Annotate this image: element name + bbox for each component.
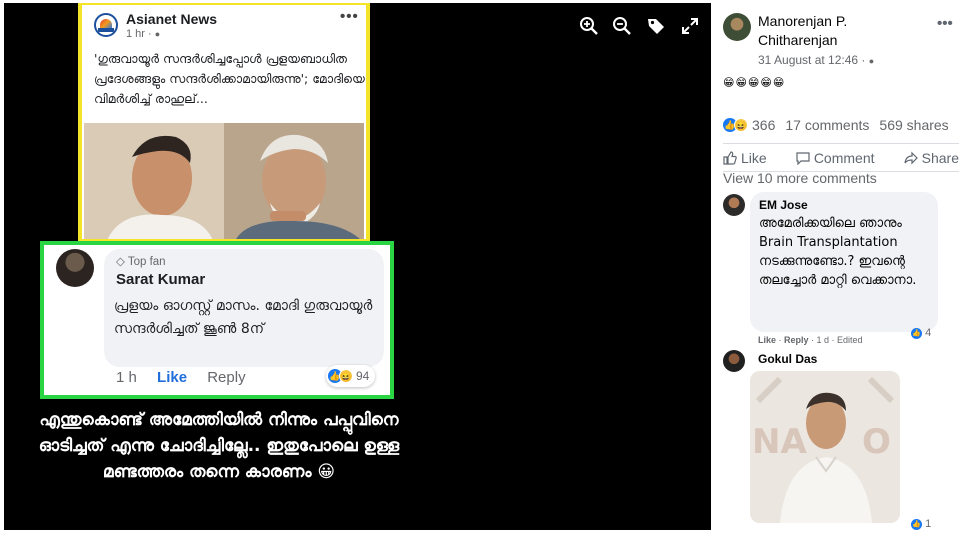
comment-time[interactable]: 1 h — [116, 369, 137, 386]
comment-reaction-pill[interactable]: 👍 1 — [911, 518, 931, 530]
edited-label: Edited — [837, 335, 863, 345]
author-name[interactable]: Manorenjan P. Chitharenjan — [758, 12, 928, 50]
post-stats: 👍 😆 366 17 comments 569 shares — [723, 117, 959, 133]
shares-count[interactable]: 569 shares — [879, 117, 948, 133]
comment-photo[interactable]: NA O — [750, 371, 900, 523]
share-icon — [904, 151, 918, 165]
post-photo — [84, 123, 364, 239]
post-source-name: Asianet News — [126, 11, 218, 27]
divider — [723, 143, 959, 144]
zoom-in-icon[interactable] — [579, 16, 599, 36]
fullscreen-icon[interactable] — [680, 16, 700, 36]
like-reaction-icon: 👍 — [911, 518, 922, 530]
reaction-count: 94 — [356, 369, 370, 383]
comment-meta: 1 h Like Reply — [116, 369, 262, 386]
avatar[interactable] — [723, 194, 745, 216]
diamond-icon: ◇ — [116, 256, 125, 268]
embedded-post-card: Asianet News 1 hr · ● ••• 'ഗുരുവായൂർ സന്… — [78, 3, 370, 243]
top-fan-badge: ◇ Top fan — [116, 256, 166, 268]
rahul-modi-photo — [84, 123, 364, 239]
author-avatar[interactable] — [723, 13, 751, 41]
post-emoji-text: 😁😁😁😁😁 — [723, 76, 786, 89]
comment-icon — [796, 152, 810, 165]
photo-viewer[interactable]: Asianet News 1 hr · ● ••• 'ഗുരുവായൂർ സന്… — [4, 3, 711, 530]
post-actions: Like Comment Share — [723, 145, 959, 171]
share-button[interactable]: Share — [904, 150, 959, 166]
comment-text: പ്രളയം ഓഗസ്റ്റ് മാസം. മോദി ഗുരുവായൂർ സന്… — [114, 298, 373, 337]
tag-icon[interactable] — [646, 16, 666, 36]
comment-text: അമേരിക്കയിലെ ഞാനും Brain Transplantation… — [759, 216, 917, 288]
comment-meta: Like · Reply · 1 d · Edited — [758, 335, 863, 345]
image-caption: എന്തുകൊണ്ട് അമേത്തിയിൽ നിന്നും പപ്പുവിനെ… — [38, 410, 400, 482]
top-fan-comment-card: ◇ Top fan Sarat Kumar പ്രളയം ഓഗസ്റ്റ് മാ… — [40, 241, 394, 399]
commenter-name[interactable]: Sarat Kumar — [116, 271, 205, 288]
thumbs-up-icon — [723, 151, 737, 165]
like-link[interactable]: Like — [157, 369, 187, 386]
view-more-comments-link[interactable]: View 10 more comments — [723, 170, 877, 186]
commenter-name[interactable]: EM Jose — [759, 198, 808, 212]
haha-reaction-icon: 😆 — [734, 118, 748, 132]
post-time: 1 hr · ● — [126, 28, 161, 40]
avatar[interactable] — [723, 350, 745, 372]
globe-icon: ● — [154, 29, 161, 39]
reaction-count-pill[interactable]: 👍 😆 94 — [326, 365, 376, 387]
more-options-icon[interactable]: ••• — [937, 15, 953, 32]
globe-icon: ● — [868, 56, 875, 66]
like-link[interactable]: Like — [758, 335, 776, 345]
post-details-panel: Manorenjan P. Chitharenjan 31 August at … — [711, 3, 965, 530]
avatar — [56, 249, 94, 287]
post-text: 'ഗുരുവായൂർ സന്ദർശിച്ചപ്പോൾ പ്രളയബാധിത പ്… — [94, 51, 365, 106]
reply-link[interactable]: Reply — [784, 335, 809, 345]
svg-text:O: O — [862, 422, 891, 462]
commenter-name[interactable]: Gokul Das — [758, 352, 817, 366]
reaction-total[interactable]: 366 — [752, 117, 775, 133]
comments-count[interactable]: 17 comments — [785, 117, 869, 133]
reply-link[interactable]: Reply — [207, 369, 245, 386]
more-options-icon: ••• — [340, 8, 359, 25]
comment-bubble: ◇ Top fan Sarat Kumar പ്രളയം ഓഗസ്റ്റ് മാ… — [104, 249, 384, 367]
post-date[interactable]: 31 August at 12:46 · ● — [758, 53, 874, 67]
asianet-logo — [94, 13, 118, 37]
zoom-out-icon[interactable] — [612, 16, 632, 36]
comment-reaction-pill[interactable]: 👍 4 — [911, 327, 931, 339]
like-button[interactable]: Like — [723, 150, 767, 166]
haha-reaction-icon: 😆 — [339, 369, 353, 383]
comment-time[interactable]: 1 d — [817, 335, 830, 345]
like-reaction-icon: 👍 — [911, 327, 922, 339]
rahul-photo: NA O — [750, 371, 900, 523]
svg-text:NA: NA — [752, 422, 807, 462]
comment-button[interactable]: Comment — [796, 150, 875, 166]
comment-bubble: EM Jose അമേരിക്കയിലെ ഞാനും Brain Transpl… — [750, 192, 938, 332]
